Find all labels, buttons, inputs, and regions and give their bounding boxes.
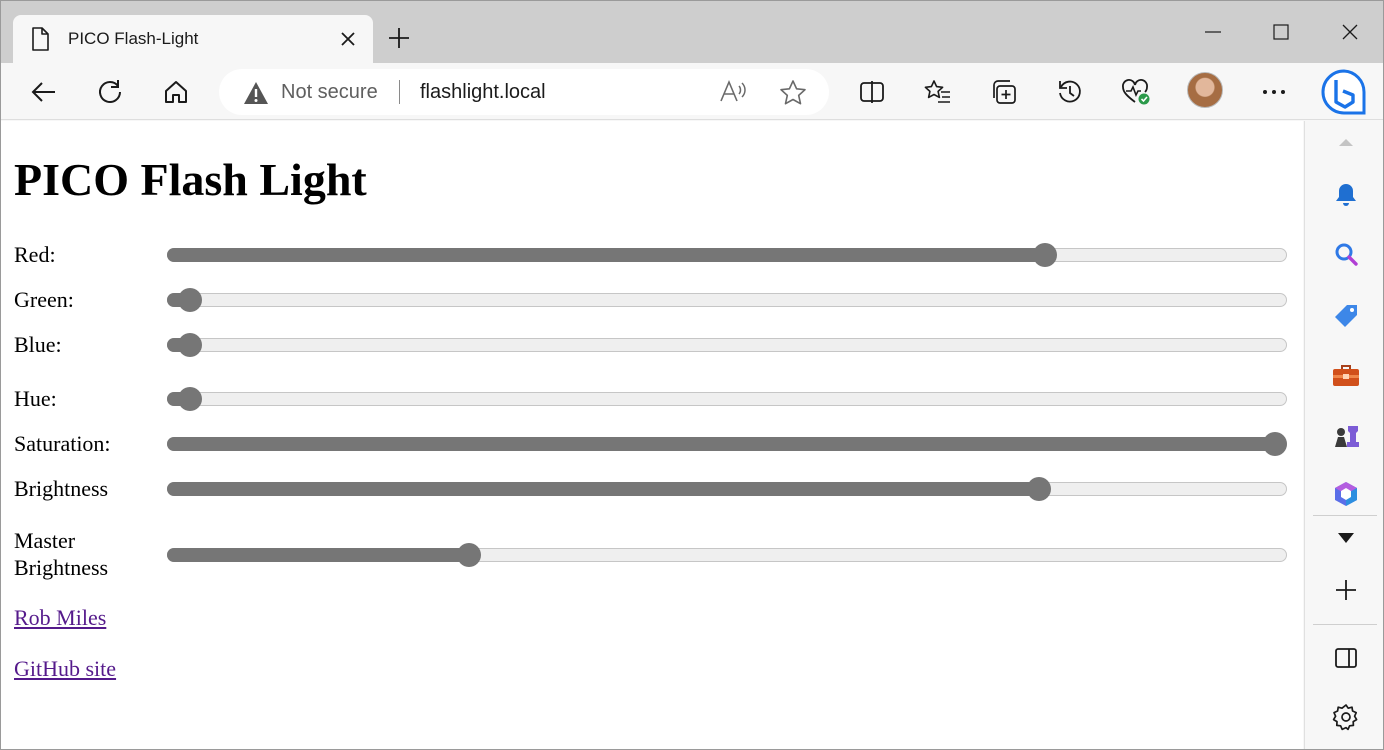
security-label[interactable]: Not secure <box>281 81 378 104</box>
saturation-label: Saturation: <box>14 431 111 456</box>
sidebar-divider <box>1313 624 1377 625</box>
split-panel-icon[interactable] <box>1331 643 1361 673</box>
scroll-up-icon[interactable] <box>1331 127 1361 157</box>
slider-fill <box>167 248 1045 262</box>
bing-chat-icon[interactable] <box>1319 68 1369 123</box>
bell-icon[interactable] <box>1331 180 1361 210</box>
slider-thumb[interactable] <box>1027 477 1052 501</box>
search-icon[interactable] <box>1331 239 1361 269</box>
edge-sidebar <box>1304 121 1383 749</box>
green-slider[interactable] <box>167 288 1287 312</box>
close-tab-icon[interactable] <box>339 30 357 53</box>
home-icon[interactable] <box>161 77 191 107</box>
toolbox-icon[interactable] <box>1331 361 1361 391</box>
add-icon[interactable] <box>1331 575 1361 605</box>
page-content: PICO Flash Light Red: Green: Blue: Hue: … <box>1 121 1303 749</box>
brightness-label: Brightness <box>14 476 109 501</box>
tab-strip: PICO Flash-Light <box>1 1 1383 63</box>
refresh-icon[interactable] <box>95 77 125 107</box>
master-brightness-slider[interactable] <box>167 543 1287 567</box>
star-icon[interactable] <box>779 79 807 112</box>
split-screen-icon[interactable] <box>857 77 887 107</box>
read-aloud-icon[interactable] <box>719 79 747 110</box>
tab-title: PICO Flash-Light <box>68 29 199 48</box>
address-bar[interactable]: Not secure flashlight.local <box>219 69 829 115</box>
profile-avatar[interactable] <box>1187 72 1223 108</box>
hue-label: Hue: <box>14 386 57 411</box>
red-slider[interactable] <box>167 243 1287 267</box>
warning-icon[interactable] <box>243 81 269 110</box>
office-icon[interactable] <box>1331 479 1361 509</box>
brightness-slider[interactable] <box>167 477 1287 501</box>
sidebar-divider <box>1313 515 1377 516</box>
slider-thumb[interactable] <box>177 387 202 411</box>
settings-icon[interactable] <box>1331 702 1361 732</box>
history-icon[interactable] <box>1055 77 1085 107</box>
url-text[interactable]: flashlight.local <box>420 81 546 104</box>
browser-window: PICO Flash-Light Not secure flashlight.l… <box>0 0 1384 750</box>
master-brightness-label: Master Brightness <box>14 528 109 580</box>
slider-track <box>167 338 1287 352</box>
favorites-icon[interactable] <box>923 77 953 107</box>
slider-thumb[interactable] <box>457 543 482 567</box>
hue-slider[interactable] <box>167 387 1287 411</box>
games-icon[interactable] <box>1331 421 1361 451</box>
blue-label: Blue: <box>14 332 62 357</box>
address-separator <box>399 80 400 104</box>
more-options-icon[interactable] <box>1259 77 1289 107</box>
slider-track <box>167 293 1287 307</box>
page-icon <box>30 27 50 56</box>
green-label: Green: <box>14 287 74 312</box>
slider-thumb[interactable] <box>177 288 202 312</box>
expand-icon[interactable] <box>1331 523 1361 553</box>
minimize-icon[interactable] <box>1204 23 1222 46</box>
rob-miles-link[interactable]: Rob Miles <box>14 605 106 631</box>
slider-thumb[interactable] <box>177 333 202 357</box>
slider-fill <box>167 548 470 562</box>
browser-essentials-icon[interactable] <box>1121 77 1151 107</box>
close-window-icon[interactable] <box>1341 23 1359 46</box>
maximize-icon[interactable] <box>1272 23 1290 46</box>
new-tab-icon[interactable] <box>387 26 411 55</box>
page-title: PICO Flash Light <box>14 154 367 205</box>
saturation-slider[interactable] <box>167 432 1287 456</box>
active-tab[interactable]: PICO Flash-Light <box>13 15 373 63</box>
github-site-link[interactable]: GitHub site <box>14 656 116 682</box>
slider-fill <box>167 482 1040 496</box>
blue-slider[interactable] <box>167 333 1287 357</box>
shopping-tag-icon[interactable] <box>1331 301 1361 331</box>
slider-thumb[interactable] <box>1032 243 1057 267</box>
red-label: Red: <box>14 242 56 267</box>
slider-track <box>167 392 1287 406</box>
browser-toolbar: Not secure flashlight.local <box>1 63 1383 120</box>
collections-icon[interactable] <box>989 77 1019 107</box>
slider-fill <box>167 437 1275 451</box>
slider-thumb[interactable] <box>1263 432 1287 456</box>
back-icon[interactable] <box>29 77 59 107</box>
